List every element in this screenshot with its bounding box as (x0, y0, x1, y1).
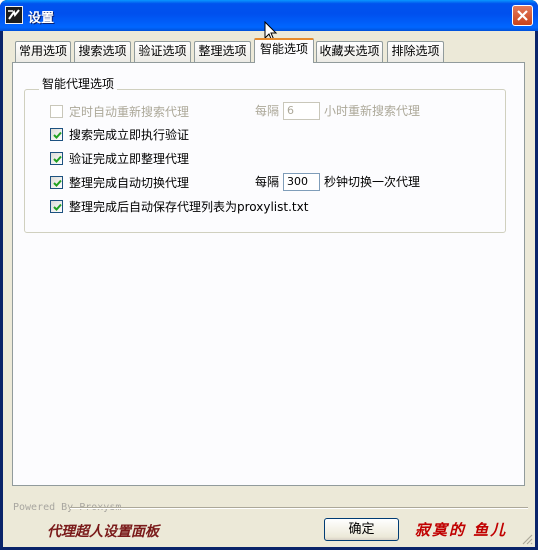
option-timed-research[interactable]: 定时自动重新搜索代理 (50, 103, 189, 119)
footer-left-caption: 代理超人设置面板 (47, 524, 159, 540)
footer-right-caption: 寂寞的 鱼儿 (415, 521, 508, 539)
resize-grip-icon[interactable] (522, 534, 533, 545)
research-interval-prefix: 每隔 (255, 104, 280, 118)
option-validate-after-search[interactable]: 搜索完成立即执行验证 (50, 126, 189, 142)
tab-search[interactable]: 搜索选项 (74, 41, 131, 62)
tab-organize[interactable]: 整理选项 (194, 41, 251, 62)
checkmark-icon (53, 131, 62, 139)
research-interval-suffix: 小时重新搜索代理 (324, 104, 421, 118)
option-auto-save-list[interactable]: 整理完成后自动保存代理列表为proxylist.txt (50, 198, 308, 214)
research-interval-input[interactable]: 6 (283, 102, 320, 120)
option-label: 搜索完成立即执行验证 (69, 127, 190, 142)
close-button[interactable] (512, 5, 533, 26)
checkbox-auto-switch[interactable] (50, 175, 63, 189)
option-label: 验证完成立即整理代理 (69, 151, 190, 166)
checkbox-auto-save-list[interactable] (50, 199, 63, 213)
app-logo-icon (5, 6, 23, 24)
option-auto-switch[interactable]: 整理完成自动切换代理 (50, 174, 189, 190)
checkbox-timed-research[interactable] (50, 104, 63, 118)
groupbox-title: 智能代理选项 (39, 75, 118, 92)
settings-window: 设置 常用选项 搜索选项 验证选项 整理选项 智能选项 收藏夹选项 排除选项 智… (0, 0, 538, 550)
tab-validate[interactable]: 验证选项 (134, 41, 191, 62)
option-label: 定时自动重新搜索代理 (69, 104, 190, 119)
tab-general[interactable]: 常用选项 (15, 41, 71, 62)
footer-separator (70, 507, 528, 509)
option-organize-after-validate[interactable]: 验证完成立即整理代理 (50, 150, 189, 166)
checkmark-icon (53, 203, 62, 211)
dialog-client-area: 常用选项 搜索选项 验证选项 整理选项 智能选项 收藏夹选项 排除选项 智能代理… (3, 31, 535, 547)
checkbox-validate-after-search[interactable] (50, 127, 63, 141)
ok-button[interactable]: 确定 (324, 518, 399, 541)
switch-interval-input[interactable]: 300 (283, 173, 320, 191)
window-title: 设置 (28, 11, 55, 26)
option-label: 整理完成自动切换代理 (69, 175, 190, 190)
switch-interval-suffix: 秒钟切换一次代理 (324, 175, 421, 189)
switch-interval-prefix: 每隔 (255, 175, 280, 189)
tab-exclude[interactable]: 排除选项 (387, 41, 444, 62)
checkmark-icon (53, 179, 62, 187)
close-icon (517, 10, 528, 21)
checkmark-icon (53, 155, 62, 163)
tab-favorites[interactable]: 收藏夹选项 (316, 41, 383, 62)
option-label: 整理完成后自动保存代理列表为proxylist.txt (69, 199, 309, 214)
checkbox-organize-after-validate[interactable] (50, 151, 63, 165)
tab-smart[interactable]: 智能选项 (254, 38, 314, 63)
